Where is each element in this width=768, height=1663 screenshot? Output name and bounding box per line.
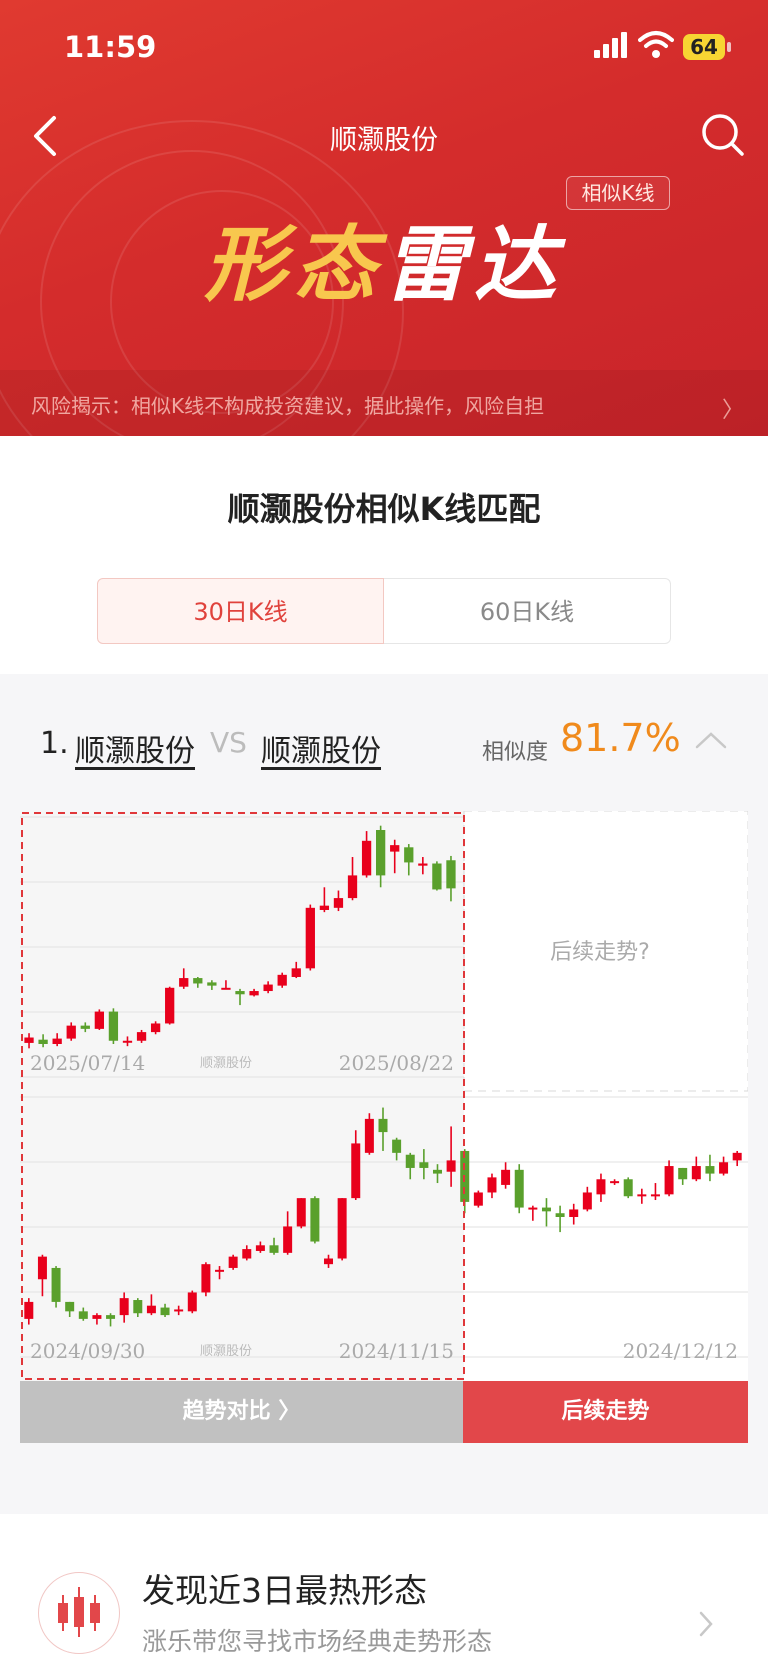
vs-label: VS: [210, 726, 247, 759]
candle: [165, 986, 175, 1025]
risk-notice-text: 风险揭示：相似K线不构成投资建议，据此操作，风险自担: [31, 394, 545, 418]
match-panel: 顺灏股份相似K线匹配 30日K线 60日K线: [0, 436, 768, 674]
chevron-right-icon: 〉: [722, 398, 745, 423]
chevron-right-icon: [699, 1611, 713, 1637]
tab-60-day-kline[interactable]: 60日K线: [384, 578, 671, 644]
chevron-up-icon[interactable]: [694, 730, 728, 750]
brand-part-2: 雷达: [384, 217, 564, 313]
future-placeholder-text: 后续走势?: [550, 940, 650, 965]
candle: [337, 1198, 347, 1261]
candle: [432, 861, 442, 891]
similarity-label: 相似度: [482, 740, 549, 765]
trend-compare-button[interactable]: 趋势对比 〉: [20, 1381, 463, 1443]
similarity-value: 81.7%: [560, 716, 681, 760]
brand-logo: 形态雷达: [0, 198, 768, 317]
candle: [514, 1164, 524, 1214]
status-bar: 11:59 64: [0, 0, 768, 96]
candle: [310, 1196, 320, 1244]
stock-a-link[interactable]: 顺灏股份: [75, 726, 195, 770]
lower-date-start: 2024/09/30: [30, 1339, 145, 1363]
result-index: 1.: [40, 726, 69, 761]
upper-watermark: 顺灏股份: [200, 1055, 252, 1071]
candle: [228, 1254, 238, 1270]
lower-date-mid: 2024/11/15: [339, 1339, 454, 1363]
candle: [364, 1113, 374, 1155]
signal-icon: [594, 32, 627, 58]
candle: [623, 1177, 633, 1199]
hero-banner: 11:59 64 顺灏股份 相似K线 形态雷达 风险揭示：相似K线不构成投资建议…: [0, 0, 768, 436]
upper-date-end: 2025/08/22: [339, 1051, 454, 1075]
upper-date-start: 2025/07/14: [30, 1051, 145, 1075]
candle: [108, 1008, 119, 1044]
stock-b-link[interactable]: 顺灏股份: [261, 726, 381, 770]
candle: [473, 1190, 483, 1208]
candle: [305, 904, 315, 971]
matched-region-bg: [20, 811, 464, 1381]
hot-title: 发现近3日最热形态: [142, 1571, 427, 1610]
candle: [277, 972, 287, 988]
lower-watermark: 顺灏股份: [200, 1343, 252, 1359]
candle: [94, 1009, 104, 1030]
tab-30-day-kline[interactable]: 30日K线: [97, 578, 384, 644]
wifi-icon: [638, 31, 674, 58]
brand-part-1: 形态: [204, 217, 384, 313]
risk-notice-bar[interactable]: 风险揭示：相似K线不构成投资建议，据此操作，风险自担 〉: [0, 370, 768, 436]
nav-title: 顺灏股份: [330, 125, 438, 156]
match-title: 顺灏股份相似K线匹配: [227, 490, 541, 528]
candle: [187, 1290, 197, 1314]
candlestick-icon: [38, 1572, 120, 1654]
candle: [51, 1266, 61, 1308]
result-header: 1. 顺灏股份 VS 顺灏股份 相似度 81.7%: [0, 700, 768, 780]
follow-trend-button[interactable]: 后续走势: [463, 1381, 748, 1443]
status-time: 11:59: [64, 30, 157, 64]
search-icon[interactable]: [700, 112, 746, 158]
lower-date-end: 2024/12/12: [623, 1339, 738, 1363]
kline-compare-chart: 后续走势? 2025/07/14 顺灏股份 2025/08/22 2024/09…: [20, 810, 749, 1381]
battery-level: 64: [683, 34, 725, 60]
kline-chart-svg: 后续走势? 2025/07/14 顺灏股份 2025/08/22 2024/09…: [20, 810, 749, 1381]
hot-subtitle: 涨乐带您寻找市场经典走势形态: [142, 1627, 493, 1656]
hot-patterns-card[interactable]: 发现近3日最热形态 涨乐带您寻找市场经典走势形态: [0, 1514, 768, 1663]
candle: [201, 1262, 211, 1297]
battery-tip: [727, 42, 731, 52]
candle: [296, 1198, 306, 1229]
